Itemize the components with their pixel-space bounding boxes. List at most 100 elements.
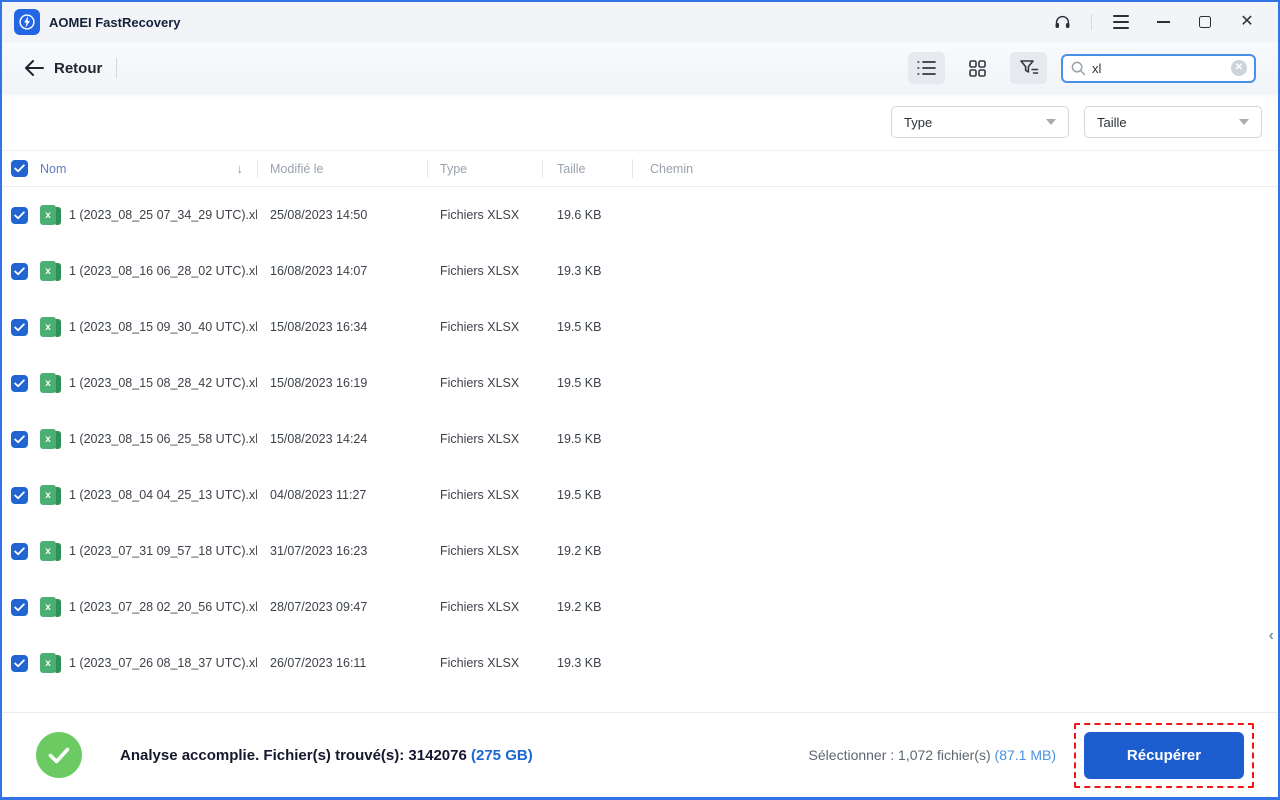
close-button[interactable]: ✕ xyxy=(1230,7,1264,37)
row-checkbox[interactable] xyxy=(11,206,28,224)
table-row[interactable]: x 1 (2023_08_16 06_28_02 UTC).xlsx 16/08… xyxy=(2,243,1278,299)
minimize-button[interactable] xyxy=(1146,7,1180,37)
column-header-size-label: Taille xyxy=(557,161,586,176)
row-checkbox[interactable] xyxy=(11,430,28,448)
table-row[interactable]: x 1 (2023_07_28 02_20_56 UTC).xlsx 28/07… xyxy=(2,579,1278,635)
chevron-down-icon xyxy=(1239,119,1249,125)
file-size: 19.2 KB xyxy=(557,544,602,558)
row-checkbox[interactable] xyxy=(11,262,28,280)
back-label: Retour xyxy=(54,59,103,77)
clear-search-icon[interactable]: ✕ xyxy=(1231,60,1247,76)
table-row[interactable]: x 1 (2023_07_26 08_18_37 UTC).xlsx 26/07… xyxy=(2,635,1278,691)
scan-total-size: (275 GB) xyxy=(471,746,533,764)
excel-file-icon: x xyxy=(40,485,61,505)
table-row[interactable]: x 1 (2023_08_15 08_28_42 UTC).xlsx 15/08… xyxy=(2,355,1278,411)
file-size: 19.3 KB xyxy=(557,264,602,278)
scan-result-label: Analyse accomplie. Fichier(s) trouvé(s):… xyxy=(120,746,467,764)
file-type: Fichiers XLSX xyxy=(440,544,520,558)
type-filter-select[interactable]: Type xyxy=(891,106,1069,138)
size-filter-select[interactable]: Taille xyxy=(1084,106,1262,138)
file-type: Fichiers XLSX xyxy=(440,432,520,446)
row-checkbox[interactable] xyxy=(11,542,28,560)
column-header-path[interactable]: Chemin xyxy=(632,151,1278,186)
grid-view-icon xyxy=(969,59,986,77)
select-all-checkbox[interactable] xyxy=(11,160,28,177)
search-input[interactable]: xl ✕ xyxy=(1061,53,1256,83)
title-bar: AOMEI FastRecovery ✕ xyxy=(2,2,1278,42)
filter-button[interactable] xyxy=(1010,52,1047,84)
file-type: Fichiers XLSX xyxy=(440,320,520,334)
column-header-modified[interactable]: Modifié le xyxy=(257,151,427,186)
collapse-panel-handle[interactable]: ‹ xyxy=(1269,628,1274,644)
file-modified-date: 26/07/2023 16:11 xyxy=(270,656,367,670)
table-row[interactable]: x 1 (2023_08_25 07_34_29 UTC).xlsx 25/08… xyxy=(2,187,1278,243)
chevron-down-icon xyxy=(1046,119,1056,125)
file-type: Fichiers XLSX xyxy=(440,264,520,278)
file-size: 19.5 KB xyxy=(557,320,602,334)
maximize-button[interactable] xyxy=(1188,7,1222,37)
selection-size: (87.1 MB) xyxy=(994,747,1056,763)
file-type: Fichiers XLSX xyxy=(440,656,520,670)
column-header-type[interactable]: Type xyxy=(427,151,542,186)
table-row[interactable]: x 1 (2023_08_15 06_25_58 UTC).xlsx 15/08… xyxy=(2,411,1278,467)
toolbar: Retour xl ✕ xyxy=(2,42,1278,94)
file-name: 1 (2023_08_15 06_25_58 UTC).xlsx xyxy=(69,432,257,446)
list-view-icon xyxy=(917,61,936,75)
menu-icon[interactable] xyxy=(1104,7,1138,37)
file-size: 19.3 KB xyxy=(557,656,602,670)
back-arrow-icon xyxy=(25,60,44,76)
row-checkbox[interactable] xyxy=(11,318,28,336)
column-header-modified-label: Modifié le xyxy=(270,161,324,176)
filter-bar: Type Taille xyxy=(2,94,1278,150)
file-name: 1 (2023_07_28 02_20_56 UTC).xlsx xyxy=(69,600,257,614)
sort-descending-icon[interactable]: ↓ xyxy=(237,161,244,176)
excel-file-icon: x xyxy=(40,317,61,337)
file-modified-date: 31/07/2023 16:23 xyxy=(270,544,368,558)
grid-view-button[interactable] xyxy=(959,52,996,84)
app-window: AOMEI FastRecovery ✕ Retour xl ✕ Type Ta… xyxy=(0,0,1280,800)
table-row[interactable]: x 1 (2023_07_31 09_57_18 UTC).xlsx 31/07… xyxy=(2,523,1278,579)
table-header: Nom ↓ Modifié le Type Taille Chemin xyxy=(2,150,1278,187)
file-modified-date: 04/08/2023 11:27 xyxy=(270,488,367,502)
column-divider xyxy=(542,159,543,178)
row-checkbox[interactable] xyxy=(11,654,28,672)
file-type: Fichiers XLSX xyxy=(440,488,520,502)
row-checkbox[interactable] xyxy=(11,598,28,616)
file-type: Fichiers XLSX xyxy=(440,376,520,390)
recover-button-highlight: Récupérer xyxy=(1074,722,1254,788)
file-name: 1 (2023_08_16 06_28_02 UTC).xlsx xyxy=(69,264,257,278)
excel-file-icon: x xyxy=(40,541,61,561)
list-view-button[interactable] xyxy=(908,52,945,84)
column-divider xyxy=(632,159,633,178)
support-headset-icon[interactable] xyxy=(1045,7,1079,37)
file-modified-date: 15/08/2023 16:19 xyxy=(270,376,368,390)
back-button[interactable]: Retour xyxy=(24,60,102,77)
row-checkbox[interactable] xyxy=(11,486,28,504)
recover-button[interactable]: Récupérer xyxy=(1084,731,1244,779)
file-size: 19.5 KB xyxy=(557,488,602,502)
file-size: 19.5 KB xyxy=(557,432,602,446)
column-divider xyxy=(427,159,428,178)
filter-icon xyxy=(1019,60,1038,74)
file-type: Fichiers XLSX xyxy=(440,208,520,222)
scan-status-text: Analyse accomplie. Fichier(s) trouvé(s):… xyxy=(120,747,533,764)
file-modified-date: 25/08/2023 14:50 xyxy=(270,208,368,222)
column-header-name[interactable]: Nom xyxy=(40,162,66,176)
column-divider xyxy=(257,159,258,178)
table-row[interactable]: x 1 (2023_08_04 04_25_13 UTC).xlsx 04/08… xyxy=(2,467,1278,523)
table-row[interactable]: x 1 (2023_08_15 09_30_40 UTC).xlsx 15/08… xyxy=(2,299,1278,355)
file-name: 1 (2023_08_15 09_30_40 UTC).xlsx xyxy=(69,320,257,334)
row-checkbox[interactable] xyxy=(11,374,28,392)
excel-file-icon: x xyxy=(40,373,61,393)
selection-count-label: Sélectionner : 1,072 fichier(s) xyxy=(808,747,991,763)
excel-file-icon: x xyxy=(40,429,61,449)
column-header-path-label: Chemin xyxy=(650,161,694,176)
success-check-icon xyxy=(36,732,82,778)
column-header-size[interactable]: Taille xyxy=(542,151,632,186)
file-list: x 1 (2023_08_25 07_34_29 UTC).xlsx 25/08… xyxy=(2,187,1278,712)
file-name: 1 (2023_08_25 07_34_29 UTC).xlsx xyxy=(69,208,257,222)
size-filter-label: Taille xyxy=(1097,114,1127,130)
file-size: 19.2 KB xyxy=(557,600,602,614)
file-modified-date: 28/07/2023 09:47 xyxy=(270,600,368,614)
type-filter-label: Type xyxy=(904,114,933,130)
